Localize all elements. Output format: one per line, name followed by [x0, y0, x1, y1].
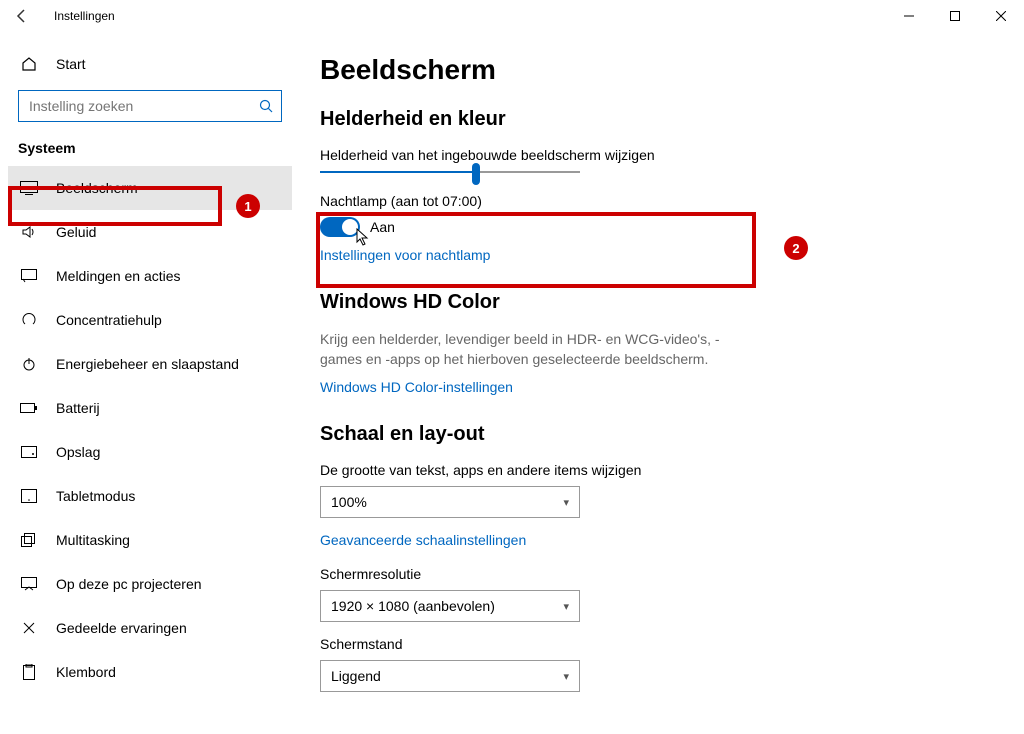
tablet-icon — [18, 489, 40, 503]
category-title: Systeem — [8, 136, 292, 166]
sidebar-item-battery[interactable]: Batterij — [8, 386, 292, 430]
sidebar-item-power[interactable]: Energiebeheer en slaapstand — [8, 342, 292, 386]
sidebar-item-label: Tabletmodus — [56, 488, 135, 504]
sidebar-item-label: Klembord — [56, 664, 116, 680]
sidebar: Start Systeem Beeldscherm Geluid Melding… — [0, 32, 300, 734]
scale-size-value: 100% — [331, 494, 367, 510]
scale-size-label: De grootte van tekst, apps en andere ite… — [320, 462, 984, 478]
close-button[interactable] — [978, 0, 1024, 32]
sound-icon — [18, 224, 40, 240]
orientation-dropdown[interactable]: Liggend ▾ — [320, 660, 580, 692]
chevron-down-icon: ▾ — [563, 496, 569, 509]
sidebar-item-label: Energiebeheer en slaapstand — [56, 356, 239, 372]
resolution-dropdown[interactable]: 1920 × 1080 (aanbevolen) ▾ — [320, 590, 580, 622]
scale-size-dropdown[interactable]: 100% ▾ — [320, 486, 580, 518]
hdcolor-description: Krijg een helderder, levendiger beeld in… — [320, 330, 760, 369]
window-title: Instellingen — [34, 9, 115, 23]
sidebar-item-label: Concentratiehulp — [56, 312, 162, 328]
multitasking-icon — [18, 533, 40, 547]
advanced-scaling-link[interactable]: Geavanceerde schaalinstellingen — [320, 532, 984, 548]
toggle-state: Aan — [370, 219, 395, 235]
slider-label: Helderheid van het ingebouwde beeldscher… — [320, 147, 984, 163]
orientation-label: Schermstand — [320, 636, 984, 652]
clipboard-icon — [18, 664, 40, 680]
search-input[interactable] — [27, 97, 259, 115]
display-icon — [18, 181, 40, 195]
resolution-label: Schermresolutie — [320, 566, 984, 582]
annotation-badge-2: 2 — [784, 236, 808, 260]
page-title: Beeldscherm — [320, 54, 984, 86]
hdcolor-heading: Windows HD Color — [320, 291, 984, 314]
nightlight-settings-link[interactable]: Instellingen voor nachtlamp — [320, 247, 984, 263]
chevron-down-icon: ▾ — [563, 670, 569, 683]
minimize-button[interactable] — [886, 0, 932, 32]
sidebar-item-label: Multitasking — [56, 532, 130, 548]
back-button[interactable] — [10, 9, 34, 23]
slider-thumb[interactable] — [472, 163, 480, 185]
main-panel: Beeldscherm Helderheid en kleur Helderhe… — [300, 32, 1024, 734]
maximize-button[interactable] — [932, 0, 978, 32]
brightness-heading: Helderheid en kleur — [320, 108, 984, 131]
sidebar-item-label: Beeldscherm — [56, 180, 138, 196]
sidebar-item-label: Op deze pc projecteren — [56, 576, 202, 592]
storage-icon — [18, 446, 40, 458]
sidebar-item-focus[interactable]: Concentratiehulp — [8, 298, 292, 342]
sidebar-item-label: Meldingen en acties — [56, 268, 181, 284]
home-label: Start — [56, 56, 86, 72]
resolution-value: 1920 × 1080 (aanbevolen) — [331, 598, 495, 614]
sidebar-item-clipboard[interactable]: Klembord — [8, 650, 292, 694]
sidebar-item-tablet[interactable]: Tabletmodus — [8, 474, 292, 518]
home-button[interactable]: Start — [8, 44, 292, 84]
sidebar-item-projecting[interactable]: Op deze pc projecteren — [8, 562, 292, 606]
battery-icon — [18, 402, 40, 414]
shared-icon — [18, 620, 40, 636]
titlebar: Instellingen — [0, 0, 1024, 32]
annotation-badge-1: 1 — [236, 194, 260, 218]
projecting-icon — [18, 577, 40, 591]
power-icon — [18, 356, 40, 372]
sidebar-item-notifications[interactable]: Meldingen en acties — [8, 254, 292, 298]
hdcolor-link[interactable]: Windows HD Color-instellingen — [320, 379, 984, 395]
sidebar-item-multitasking[interactable]: Multitasking — [8, 518, 292, 562]
sidebar-item-shared[interactable]: Gedeelde ervaringen — [8, 606, 292, 650]
nightlight-toggle[interactable] — [320, 217, 360, 237]
home-icon — [18, 56, 40, 72]
sidebar-item-label: Geluid — [56, 224, 96, 240]
orientation-value: Liggend — [331, 668, 381, 684]
sidebar-item-label: Gedeelde ervaringen — [56, 620, 187, 636]
search-icon — [259, 99, 273, 113]
search-box[interactable] — [18, 90, 282, 122]
sidebar-item-storage[interactable]: Opslag — [8, 430, 292, 474]
sidebar-item-label: Opslag — [56, 444, 100, 460]
sidebar-item-label: Batterij — [56, 400, 100, 416]
scale-heading: Schaal en lay-out — [320, 423, 984, 446]
focus-icon — [18, 312, 40, 328]
brightness-slider[interactable] — [320, 171, 580, 173]
chevron-down-icon: ▾ — [563, 600, 569, 613]
notifications-icon — [18, 269, 40, 283]
nightlight-label: Nachtlamp (aan tot 07:00) — [320, 193, 984, 209]
